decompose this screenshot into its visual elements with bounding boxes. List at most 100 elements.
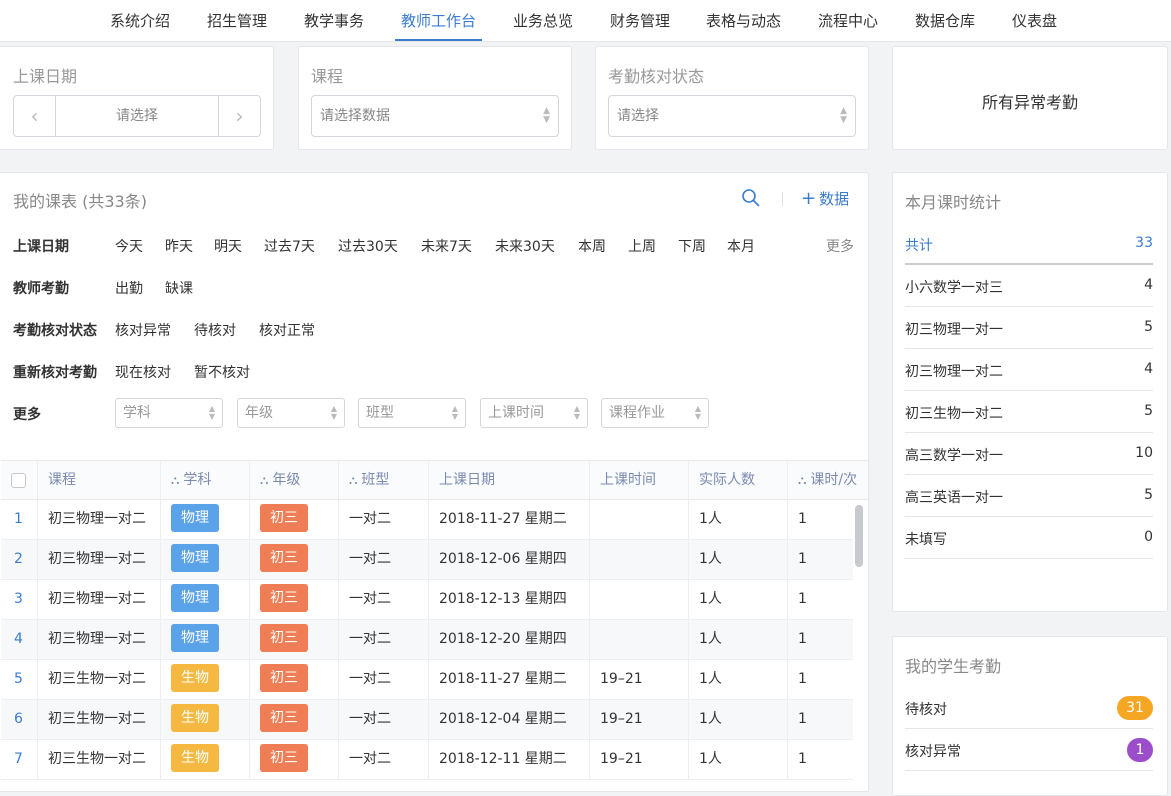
cell-date: 2018-12-06 星期四 bbox=[429, 540, 590, 579]
table-scrollbar[interactable] bbox=[855, 505, 863, 567]
column-header-label: 课时/次 bbox=[810, 472, 858, 488]
date-range-picker[interactable]: ‹ 请选择 › bbox=[13, 95, 261, 137]
stat-course-hours: 4 bbox=[1144, 361, 1153, 377]
column-header-label: 学科 bbox=[183, 472, 212, 488]
nav-item-1[interactable]: 招生管理 bbox=[207, 0, 267, 42]
column-header-label: 实际人数 bbox=[699, 472, 755, 488]
nav-item-0[interactable]: 系统介绍 bbox=[110, 0, 170, 42]
attendance-count-badge: 31 bbox=[1117, 696, 1153, 720]
filter-chip[interactable]: 核对正常 bbox=[259, 320, 315, 340]
filter-chip[interactable]: 上周 bbox=[628, 236, 656, 256]
nav-item-4[interactable]: 业务总览 bbox=[513, 0, 573, 42]
filter-chip[interactable]: 未来7天 bbox=[421, 236, 472, 256]
cell-subject: 物理 bbox=[161, 580, 250, 619]
course-select[interactable]: 请选择数据 ▲ ▼ bbox=[311, 95, 559, 137]
more-filter-select-placeholder: 上课时间 bbox=[488, 405, 544, 421]
filter-chip[interactable]: 今天 bbox=[115, 236, 143, 256]
column-header[interactable]: 上课时间 bbox=[590, 461, 689, 500]
filter-chip[interactable]: 过去7天 bbox=[264, 236, 315, 256]
cell-subject: 生物 bbox=[161, 740, 250, 779]
filter-card-course: 课程 请选择数据 ▲ ▼ bbox=[298, 46, 572, 150]
filter-chip[interactable]: 现在核对 bbox=[115, 362, 171, 382]
attendance-count-badge: 1 bbox=[1127, 738, 1153, 762]
filter-row-label: 考勤核对状态 bbox=[13, 323, 97, 339]
cell-grade: 初三 bbox=[250, 540, 339, 579]
filter-chip[interactable]: 下周 bbox=[678, 236, 706, 256]
more-filter-select[interactable]: 班型 ▲ ▼ bbox=[358, 398, 466, 428]
filter-chip[interactable]: 待核对 bbox=[194, 320, 236, 340]
select-caret-icon: ▲ ▼ bbox=[840, 106, 847, 125]
column-header-label: 上课时间 bbox=[600, 472, 656, 488]
column-header[interactable]: 课程 bbox=[38, 461, 161, 500]
prev-date-arrow-icon[interactable]: ‹ bbox=[14, 96, 56, 136]
nav-item-5[interactable]: 财务管理 bbox=[610, 0, 670, 42]
stat-course-name: 初三生物一对二 bbox=[905, 406, 1003, 422]
nav-item-9[interactable]: 仪表盘 bbox=[1012, 0, 1057, 42]
all-abnormal-attendance-card[interactable]: 所有异常考勤 bbox=[892, 46, 1168, 150]
more-date-filters-link[interactable]: 更多 bbox=[826, 236, 854, 256]
cell-hours: 1 bbox=[798, 591, 807, 607]
cell-course: 初三生物一对二 bbox=[38, 660, 161, 699]
attendance-row[interactable]: 核对异常 1 bbox=[905, 729, 1153, 771]
more-filter-select[interactable]: 上课时间 ▲ ▼ bbox=[480, 398, 588, 428]
table-row[interactable]: 1 初三物理一对二 物理 初三 一对二 2018-11-27 星期二 1人 1 bbox=[1, 500, 853, 540]
table-row[interactable]: 3 初三物理一对二 物理 初三 一对二 2018-12-13 星期四 1人 1 bbox=[1, 580, 853, 620]
table-row[interactable]: 7 初三生物一对二 生物 初三 一对二 2018-12-11 星期二 19–21 1人 1 bbox=[1, 740, 853, 780]
column-header[interactable]: 实际人数 bbox=[689, 461, 788, 500]
nav-item-3[interactable]: 教师工作台 bbox=[401, 0, 476, 42]
filter-chip[interactable]: 未来30天 bbox=[495, 236, 555, 256]
attendance-row[interactable]: 待核对 31 bbox=[905, 687, 1153, 729]
stat-course-name: 未填写 bbox=[905, 532, 947, 548]
column-header[interactable]: ⛬ 班型 bbox=[339, 461, 429, 500]
filter-row-label: 更多 bbox=[13, 407, 41, 423]
more-filter-select[interactable]: 学科 ▲ ▼ bbox=[115, 398, 223, 428]
attendance-status-select[interactable]: 请选择 ▲ ▼ bbox=[608, 95, 856, 137]
filter-chip[interactable]: 昨天 bbox=[165, 236, 193, 256]
cell-course: 初三生物一对二 bbox=[38, 740, 161, 779]
filter-chip[interactable]: 缺课 bbox=[165, 278, 193, 298]
more-filter-select[interactable]: 年级 ▲ ▼ bbox=[237, 398, 345, 428]
column-header-label: 班型 bbox=[361, 472, 390, 488]
column-header[interactable]: ⛬ 课时/次 bbox=[788, 461, 868, 500]
cell-subject: 生物 bbox=[161, 700, 250, 739]
more-filter-select[interactable]: 课程作业 ▲ ▼ bbox=[601, 398, 709, 428]
subject-tag: 物理 bbox=[171, 504, 219, 532]
cell-course: 初三物理一对二 bbox=[38, 500, 161, 539]
search-icon[interactable] bbox=[741, 188, 761, 212]
hierarchy-icon: ⛬ bbox=[798, 473, 807, 487]
filter-chip[interactable]: 出勤 bbox=[115, 278, 143, 298]
nav-item-6[interactable]: 表格与动态 bbox=[706, 0, 781, 42]
table-row[interactable]: 6 初三生物一对二 生物 初三 一对二 2018-12-04 星期二 19–21 1人 1 bbox=[1, 700, 853, 740]
filter-card-date: 上课日期 ‹ 请选择 › bbox=[0, 46, 274, 150]
filter-chip[interactable]: 核对异常 bbox=[115, 320, 171, 340]
cell-hours: 1 bbox=[798, 671, 807, 687]
filter-chip[interactable]: 本周 bbox=[578, 236, 606, 256]
cell-class-type: 一对二 bbox=[339, 700, 429, 739]
cell-grade: 初三 bbox=[250, 500, 339, 539]
nav-item-8[interactable]: 数据仓库 bbox=[915, 0, 975, 42]
column-header[interactable]: 上课日期 bbox=[429, 461, 590, 500]
table-row[interactable]: 5 初三生物一对二 生物 初三 一对二 2018-11-27 星期二 19–21 1人 1 bbox=[1, 660, 853, 700]
cell-subject: 物理 bbox=[161, 540, 250, 579]
filter-chip[interactable]: 过去30天 bbox=[338, 236, 398, 256]
row-index: 5 bbox=[1, 660, 38, 699]
column-header[interactable]: ⛬ 学科 bbox=[161, 461, 250, 500]
next-date-arrow-icon[interactable]: › bbox=[218, 96, 260, 136]
nav-item-7[interactable]: 流程中心 bbox=[818, 0, 878, 42]
cell-subject: 物理 bbox=[161, 620, 250, 659]
hierarchy-icon: ⛬ bbox=[260, 473, 269, 487]
select-caret-icon: ▲ ▼ bbox=[208, 404, 215, 421]
table-row[interactable]: 4 初三物理一对二 物理 初三 一对二 2018-12-20 星期四 1人 1 bbox=[1, 620, 853, 660]
filter-chip[interactable]: 暂不核对 bbox=[194, 362, 250, 382]
add-data-button[interactable]: + 数据 bbox=[801, 188, 849, 209]
subject-tag: 物理 bbox=[171, 584, 219, 612]
column-header[interactable]: ⛬ 年级 bbox=[250, 461, 339, 500]
more-filter-select-placeholder: 学科 bbox=[123, 405, 151, 421]
select-all-checkbox[interactable] bbox=[11, 473, 26, 488]
filter-chip[interactable]: 明天 bbox=[214, 236, 242, 256]
nav-item-2[interactable]: 教学事务 bbox=[304, 0, 364, 42]
table-row[interactable]: 2 初三物理一对二 物理 初三 一对二 2018-12-06 星期四 1人 1 bbox=[1, 540, 853, 580]
select-caret-icon: ▲ ▼ bbox=[543, 106, 550, 125]
filter-chip[interactable]: 本月 bbox=[727, 236, 755, 256]
grade-tag: 初三 bbox=[260, 624, 308, 652]
